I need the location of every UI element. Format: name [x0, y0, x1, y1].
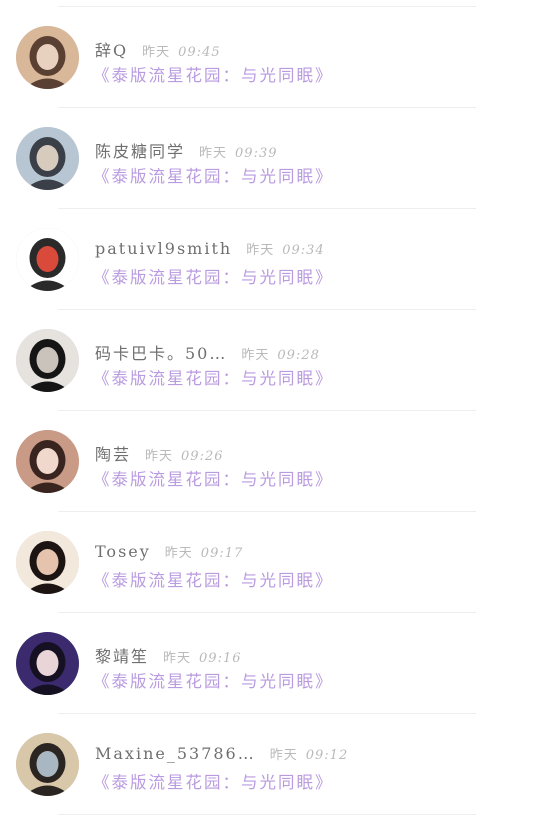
row-divider — [58, 814, 476, 815]
list-item[interactable]: Tosey 昨天 09:17 《泰版流星花园：与光同眠》 — [0, 512, 540, 613]
timestamp: 昨天 09:17 — [165, 542, 243, 561]
list-item[interactable]: 码卡巴卡。50… 昨天 09:28 《泰版流星花园：与光同眠》 — [0, 310, 540, 411]
avatar-image — [16, 632, 79, 695]
list-item[interactable]: patuivl9smith 昨天 09:34 《泰版流星花园：与光同眠》 — [0, 209, 540, 310]
user-name[interactable]: Tosey — [95, 542, 151, 561]
avatar-image — [16, 228, 79, 291]
user-name[interactable]: 码卡巴卡。50… — [95, 340, 227, 364]
avatar-image — [16, 733, 79, 796]
timestamp-day: 昨天 — [163, 651, 192, 666]
list-item[interactable]: Maxine_53786… 昨天 09:12 《泰版流星花园：与光同眠》 — [0, 714, 540, 815]
name-row: 陶芸 昨天 09:26 — [95, 441, 224, 464]
timestamp: 昨天 09:26 — [145, 445, 223, 464]
timestamp-time: 09:34 — [282, 243, 325, 258]
timestamp: 昨天 09:28 — [241, 344, 319, 363]
timestamp-day: 昨天 — [199, 146, 228, 161]
timestamp-day: 昨天 — [142, 45, 171, 60]
user-list: 辞Q 昨天 09:45 《泰版流星花园：与光同眠》 陈皮糖同学 昨天 09:39 《… — [0, 7, 540, 815]
timestamp: 昨天 09:34 — [246, 239, 324, 258]
item-subtitle[interactable]: 《泰版流星花园：与光同眠》 — [93, 466, 334, 490]
user-name[interactable]: Maxine_53786… — [95, 744, 256, 763]
name-row: 陈皮糖同学 昨天 09:39 — [95, 138, 278, 161]
timestamp: 昨天 09:39 — [199, 142, 277, 161]
item-subtitle[interactable]: 《泰版流星花园：与光同眠》 — [93, 769, 334, 793]
avatar-image — [16, 127, 79, 190]
name-row: patuivl9smith 昨天 09:34 — [95, 239, 325, 259]
name-row: 码卡巴卡。50… 昨天 09:28 — [95, 340, 320, 363]
timestamp: 昨天 09:45 — [142, 41, 220, 60]
name-row: 黎靖笙 昨天 09:16 — [95, 643, 242, 666]
name-row: Maxine_53786… 昨天 09:12 — [95, 744, 348, 764]
user-name[interactable]: 辞Q — [95, 37, 128, 61]
avatar-image — [16, 26, 79, 89]
item-subtitle[interactable]: 《泰版流星花园：与光同眠》 — [93, 264, 334, 288]
list-item[interactable]: 陈皮糖同学 昨天 09:39 《泰版流星花园：与光同眠》 — [0, 108, 540, 209]
avatar[interactable] — [16, 329, 79, 392]
timestamp-time: 09:12 — [305, 748, 349, 763]
timestamp-time: 09:39 — [235, 146, 278, 161]
item-subtitle[interactable]: 《泰版流星花园：与光同眠》 — [93, 567, 334, 591]
avatar-image — [16, 531, 79, 594]
timestamp-time: 09:16 — [199, 651, 242, 666]
name-row: Tosey 昨天 09:17 — [95, 542, 243, 562]
item-subtitle[interactable]: 《泰版流星花园：与光同眠》 — [93, 163, 334, 187]
comment-list-page: 辞Q 昨天 09:45 《泰版流星花园：与光同眠》 陈皮糖同学 昨天 09:39 《… — [0, 0, 540, 827]
list-item[interactable]: 辞Q 昨天 09:45 《泰版流星花园：与光同眠》 — [0, 7, 540, 108]
avatar[interactable] — [16, 430, 79, 493]
timestamp: 昨天 09:16 — [163, 647, 241, 666]
avatar-image — [16, 430, 79, 493]
timestamp-time: 09:45 — [178, 45, 221, 60]
timestamp-time: 09:17 — [200, 546, 244, 561]
user-name[interactable]: patuivl9smith — [95, 239, 232, 258]
timestamp-day: 昨天 — [246, 243, 275, 258]
avatar[interactable] — [16, 127, 79, 190]
avatar[interactable] — [16, 26, 79, 89]
timestamp-day: 昨天 — [241, 348, 270, 363]
name-row: 辞Q 昨天 09:45 — [95, 37, 221, 60]
timestamp-time: 09:26 — [181, 449, 224, 464]
timestamp-day: 昨天 — [164, 546, 193, 561]
user-name[interactable]: 陶芸 — [95, 441, 131, 465]
list-item[interactable]: 陶芸 昨天 09:26 《泰版流星花园：与光同眠》 — [0, 411, 540, 512]
list-item[interactable]: 黎靖笙 昨天 09:16 《泰版流星花园：与光同眠》 — [0, 613, 540, 714]
timestamp-time: 09:28 — [277, 348, 320, 363]
item-subtitle[interactable]: 《泰版流星花园：与光同眠》 — [93, 365, 334, 389]
avatar[interactable] — [16, 733, 79, 796]
timestamp-day: 昨天 — [145, 449, 174, 464]
timestamp-day: 昨天 — [269, 748, 298, 763]
user-name[interactable]: 黎靖笙 — [95, 643, 149, 667]
avatar[interactable] — [16, 531, 79, 594]
item-subtitle[interactable]: 《泰版流星花园：与光同眠》 — [93, 668, 334, 692]
avatar[interactable] — [16, 632, 79, 695]
user-name[interactable]: 陈皮糖同学 — [95, 138, 185, 162]
timestamp: 昨天 09:12 — [270, 744, 348, 763]
avatar[interactable] — [16, 228, 79, 291]
item-subtitle[interactable]: 《泰版流星花园：与光同眠》 — [93, 62, 334, 86]
avatar-image — [16, 329, 79, 392]
